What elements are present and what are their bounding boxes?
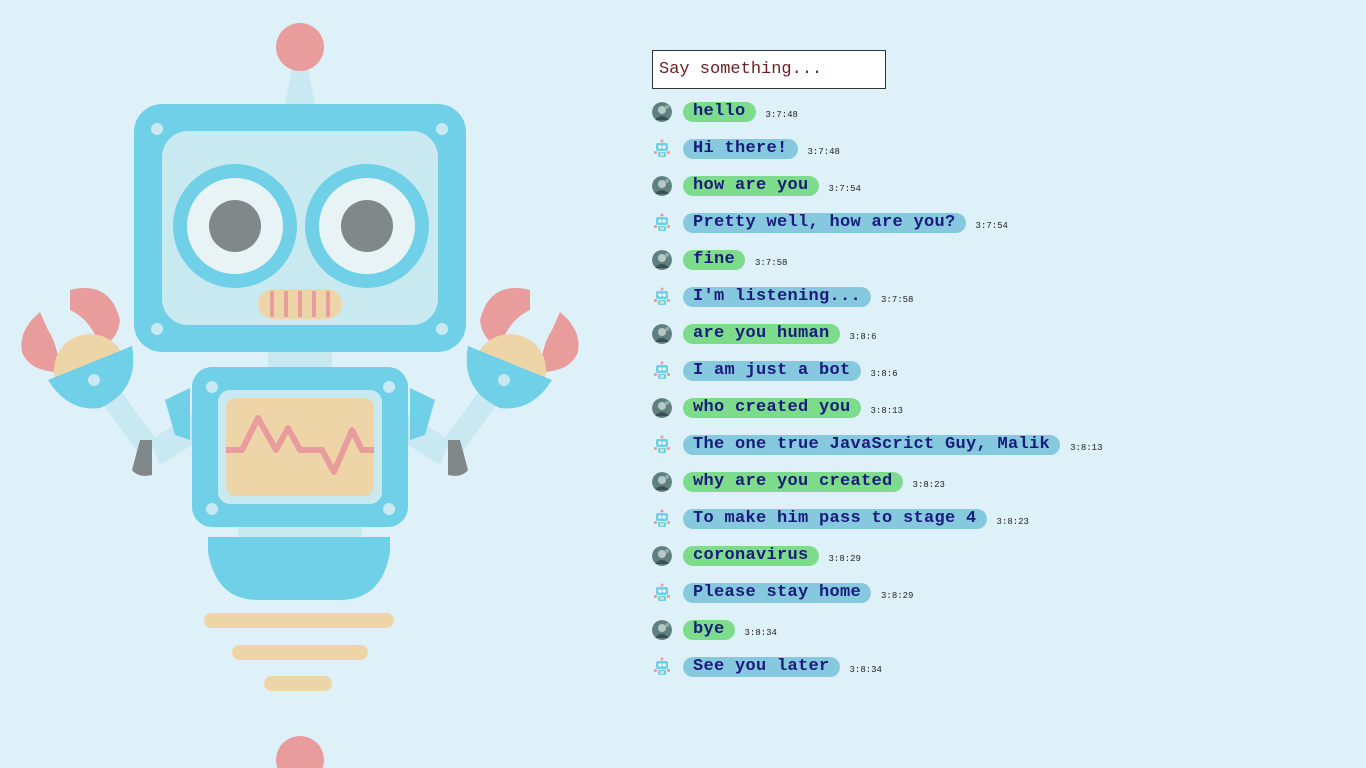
antenna-ball — [276, 23, 324, 71]
robot-svg — [21, 23, 579, 768]
message-timestamp: 3:8:13 — [1070, 442, 1103, 453]
message-timestamp: 3:7:58 — [881, 294, 914, 305]
user-avatar-icon — [652, 102, 672, 122]
bot-message: To make him pass to stage 4 3:8:23 — [652, 507, 1029, 531]
bot-message-text: Hi there! — [683, 139, 798, 159]
message-timestamp: 3:7:48 — [765, 109, 798, 120]
thrust-line-2 — [232, 645, 368, 660]
bot-message-text: See you later — [683, 657, 840, 677]
torso-bolt — [383, 503, 395, 515]
user-message-text: coronavirus — [683, 546, 819, 566]
antenna-stem — [284, 70, 316, 108]
robot-avatar-icon — [652, 435, 672, 455]
user-message: how are you 3:7:54 — [652, 174, 861, 198]
user-message: who created you 3:8:13 — [652, 396, 903, 420]
message-timestamp: 3:8:23 — [912, 479, 945, 490]
user-message: why are you created 3:8:23 — [652, 470, 945, 494]
message-timestamp: 3:8:6 — [870, 368, 898, 379]
user-message: hello 3:7:48 — [652, 100, 798, 124]
bot-message: Please stay home 3:8:29 — [652, 581, 913, 605]
user-avatar-icon — [652, 620, 672, 640]
user-message-text: fine — [683, 250, 746, 270]
bot-message-text: I am just a bot — [683, 361, 861, 381]
bot-message: See you later 3:8:34 — [652, 655, 882, 679]
left-pupil — [209, 200, 261, 252]
bot-message: Pretty well, how are you? 3:7:54 — [652, 211, 1008, 235]
robot-avatar-icon — [652, 287, 672, 307]
bot-message-text: Pretty well, how are you? — [683, 213, 966, 233]
right-wrist-bolt — [498, 374, 510, 386]
robot-avatar-icon — [652, 657, 672, 677]
user-avatar-icon — [652, 546, 672, 566]
head-bolt — [436, 323, 448, 335]
user-message: are you human 3:8:6 — [652, 322, 877, 346]
robot-neck — [268, 352, 332, 368]
bot-message-text: The one true JavaScrict Guy, Malik — [683, 435, 1061, 455]
left-wrist-bolt — [88, 374, 100, 386]
bot-message: The one true JavaScrict Guy, Malik 3:8:13 — [652, 433, 1102, 457]
user-message: fine 3:7:58 — [652, 248, 787, 272]
head-bolt — [151, 123, 163, 135]
message-timestamp: 3:7:48 — [807, 146, 840, 157]
message-timestamp: 3:8:13 — [870, 405, 903, 416]
message-timestamp: 3:7:54 — [828, 183, 861, 194]
message-timestamp: 3:8:29 — [828, 553, 861, 564]
user-avatar-icon — [652, 472, 672, 492]
thrust-line-3 — [264, 676, 332, 691]
bot-message-text: I'm listening... — [683, 287, 872, 307]
user-message: bye 3:8:34 — [652, 618, 777, 642]
message-timestamp: 3:8:29 — [881, 590, 914, 601]
user-avatar-icon — [652, 250, 672, 270]
bot-message-text: Please stay home — [683, 583, 872, 603]
torso-bolt — [206, 381, 218, 393]
message-timestamp: 3:8:34 — [849, 664, 882, 675]
user-message-text: how are you — [683, 176, 819, 196]
thrust-line-1 — [204, 613, 394, 628]
user-message-text: who created you — [683, 398, 861, 418]
torso-bolt — [383, 381, 395, 393]
message-timestamp: 3:8:23 — [996, 516, 1029, 527]
message-timestamp: 3:7:54 — [975, 220, 1008, 231]
right-pupil — [341, 200, 393, 252]
robot-avatar-icon — [652, 139, 672, 159]
head-bolt — [436, 123, 448, 135]
right-claw-bottom — [540, 312, 579, 372]
robot-base — [208, 537, 390, 600]
robot-illustration — [0, 0, 620, 768]
user-message-text: hello — [683, 102, 756, 122]
left-claw-bottom — [21, 312, 61, 372]
user-message-text: why are you created — [683, 472, 903, 492]
user-avatar-icon — [652, 398, 672, 418]
torso-bolt — [206, 503, 218, 515]
robot-avatar-icon — [652, 583, 672, 603]
user-message: coronavirus 3:8:29 — [652, 544, 861, 568]
message-timestamp: 3:8:34 — [744, 627, 777, 638]
bot-message: I am just a bot 3:8:6 — [652, 359, 898, 383]
user-message-text: are you human — [683, 324, 840, 344]
message-timestamp: 3:7:58 — [755, 257, 788, 268]
chat-panel: hello 3:7:48 Hi there! 3:7:48 how are you 3:7… — [652, 50, 1352, 677]
head-bolt — [151, 323, 163, 335]
bottom-ball — [276, 736, 324, 768]
message-timestamp: 3:8:6 — [849, 331, 877, 342]
user-avatar-icon — [652, 324, 672, 344]
bot-message: Hi there! 3:7:48 — [652, 137, 840, 161]
chat-input[interactable] — [652, 50, 886, 89]
robot-waist — [238, 527, 362, 537]
bot-message: I'm listening... 3:7:58 — [652, 285, 913, 309]
robot-avatar-icon — [652, 509, 672, 529]
user-avatar-icon — [652, 176, 672, 196]
robot-avatar-icon — [652, 361, 672, 381]
bot-message-text: To make him pass to stage 4 — [683, 509, 987, 529]
robot-avatar-icon — [652, 213, 672, 233]
user-message-text: bye — [683, 620, 735, 640]
